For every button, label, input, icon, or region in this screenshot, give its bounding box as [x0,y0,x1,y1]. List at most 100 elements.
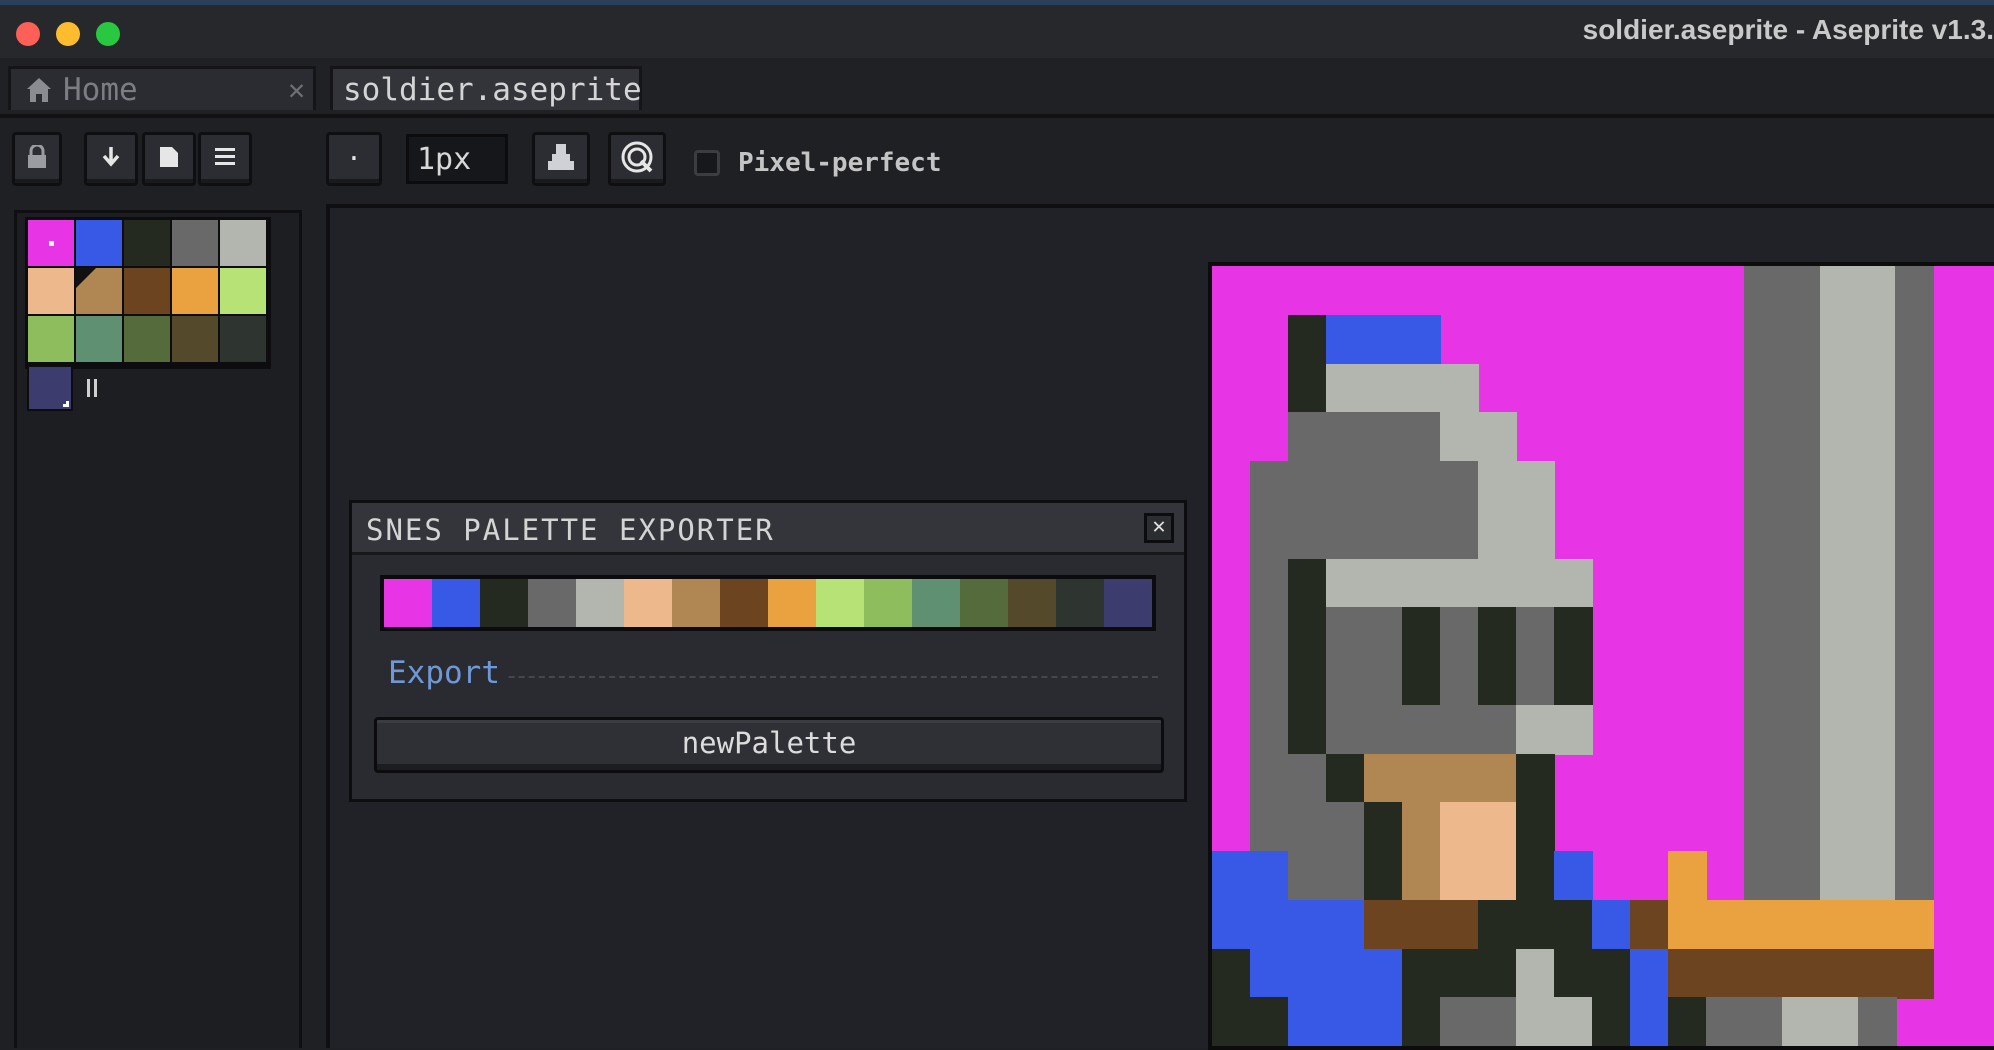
dialog-title: SNES PALETTE EXPORTER [352,503,1184,555]
sprite-pixel [1402,559,1441,609]
sprite-pixel [1554,559,1593,609]
dialog-palette-color-11[interactable] [912,579,960,627]
dialog-close-icon[interactable]: ✕ [1144,513,1174,543]
tab-home-label: Home [63,71,138,108]
lock-alpha-button[interactable] [12,132,62,186]
sprite-pixel [1288,315,1327,365]
sprite-pixel [1478,510,1517,560]
sprite-pixel [1326,656,1365,706]
ink-button[interactable] [532,132,590,186]
sprite-pixel [1858,461,1897,511]
import-palette-button[interactable] [84,132,138,186]
sprite-pixel [1820,851,1859,901]
palette-swatch-1[interactable] [75,219,123,267]
new-palette-button[interactable]: newPalette [374,717,1164,773]
sprite-pixel [1516,997,1555,1046]
sprite-pixel [1820,559,1859,609]
palette-swatch-13[interactable] [171,315,219,363]
palette-swatch-14[interactable] [219,315,267,363]
sprite-pixel [1478,412,1517,462]
palette-swatch-2[interactable] [123,219,171,267]
palette-swatch-16[interactable] [27,365,73,411]
dialog-palette-color-7[interactable] [720,579,768,627]
sprite-pixel [1782,705,1821,755]
palette-options-button[interactable] [198,132,252,186]
sprite-pixel [1744,705,1783,755]
pixel-perfect-checkbox[interactable] [694,150,720,176]
dialog-palette-color-12[interactable] [960,579,1008,627]
sprite-pixel [1668,851,1707,901]
sprite-pixel [1478,607,1517,657]
sprite-pixel [1744,997,1783,1046]
sprite-pixel [1440,851,1479,901]
dialog-palette-color-15[interactable] [1104,579,1152,627]
sprite-pixel [1326,949,1365,999]
sprite-pixel [1782,656,1821,706]
tab-bar: Home ✕ soldier.aseprite [0,58,1994,118]
dialog-palette-color-8[interactable] [768,579,816,627]
close-icon[interactable]: ✕ [288,73,305,106]
palette-grid [25,217,271,369]
dialog-palette-color-4[interactable] [576,579,624,627]
dialog-palette-color-6[interactable] [672,579,720,627]
palette-swatch-0[interactable] [27,219,75,267]
dialog-palette-color-3[interactable] [528,579,576,627]
window-titlebar: soldier.aseprite - Aseprite v1.3. [0,0,1994,58]
sprite-pixel [1858,315,1897,365]
palette-swatch-9[interactable] [219,267,267,315]
sprite-pixel [1820,802,1859,852]
resize-handle-icon[interactable] [63,401,69,407]
soldier-sprite[interactable] [1212,266,1994,1046]
dialog-palette-color-10[interactable] [864,579,912,627]
dynamics-button[interactable] [608,132,666,186]
brush-size-input[interactable]: 1px [406,134,508,184]
sprite-pixel [1554,705,1593,755]
tab-home[interactable]: Home ✕ [8,66,316,110]
sprite-pixel [1744,510,1783,560]
new-sprite-button[interactable] [142,132,196,186]
palette-swatch-5[interactable] [27,267,75,315]
sprite-pixel [1326,364,1365,414]
sprite-pixel [1478,754,1517,804]
maximize-window-button[interactable] [96,22,120,46]
sprite-pixel [1440,364,1479,414]
palette-swatch-7[interactable] [123,267,171,315]
sprite-pixel [1402,997,1441,1046]
sprite-pixel [1782,412,1821,462]
sprite-pixel [1820,705,1859,755]
dialog-palette-color-13[interactable] [1008,579,1056,627]
sprite-pixel [1326,461,1365,511]
palette-swatch-11[interactable] [75,315,123,363]
sprite-pixel [1895,412,1934,462]
sprite-pixel [1744,461,1783,511]
dialog-palette-color-0[interactable] [384,579,432,627]
tab-soldier-aseprite[interactable]: soldier.aseprite [330,66,642,110]
palette-swatch-8[interactable] [171,267,219,315]
sprite-pixel [1326,754,1365,804]
dialog-palette-strip[interactable] [380,575,1156,631]
sprite-pixel [1364,461,1403,511]
sprite-pixel [1288,705,1327,755]
palette-swatch-10[interactable] [27,315,75,363]
minimize-window-button[interactable] [56,22,80,46]
dialog-palette-color-5[interactable] [624,579,672,627]
sprite-pixel [1820,510,1859,560]
palette-swatch-12[interactable] [123,315,171,363]
palette-swatch-4[interactable] [219,219,267,267]
dialog-palette-color-1[interactable] [432,579,480,627]
sprite-pixel [1326,997,1365,1046]
sprite-pixel [1440,607,1479,657]
sprite-pixel [1895,802,1934,852]
palette-swatch-3[interactable] [171,219,219,267]
dialog-palette-color-2[interactable] [480,579,528,627]
sprite-pixel [1516,461,1555,511]
sprite-canvas[interactable] [1208,262,1994,1050]
sprite-pixel [1820,461,1859,511]
dialog-palette-color-14[interactable] [1056,579,1104,627]
close-window-button[interactable] [16,22,40,46]
dialog-palette-color-9[interactable] [816,579,864,627]
sprite-pixel [1782,461,1821,511]
brush-type-button[interactable]: · [326,132,382,186]
palette-swatch-6[interactable] [75,267,123,315]
sprite-pixel [1288,412,1327,462]
